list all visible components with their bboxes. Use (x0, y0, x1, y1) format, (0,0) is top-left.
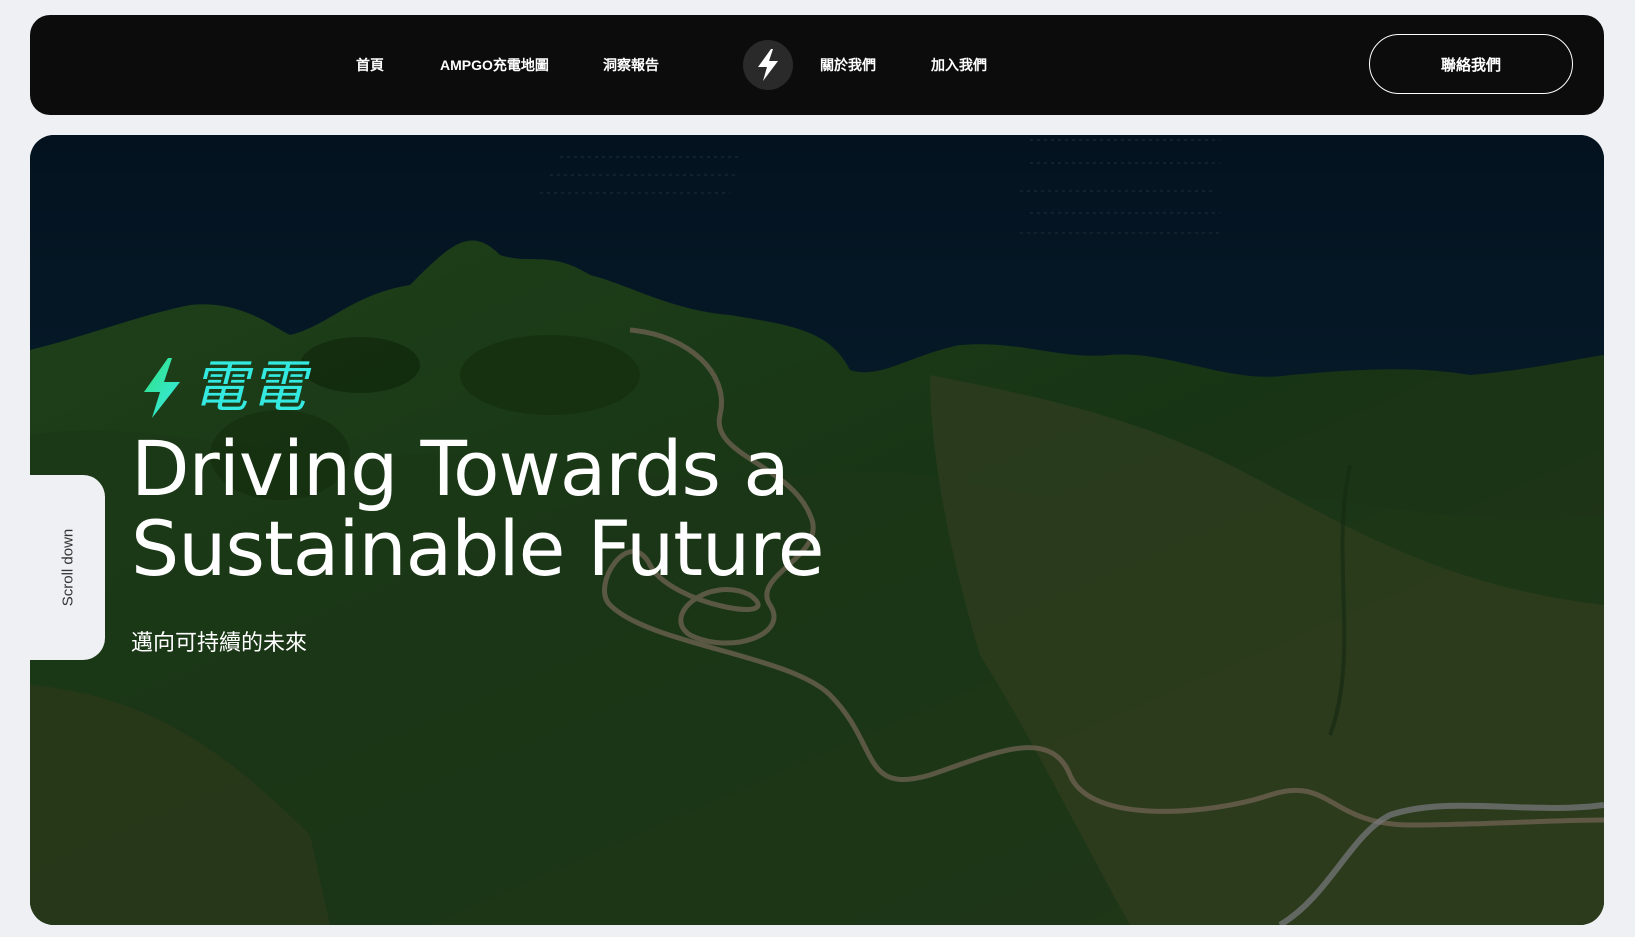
home-logo-button[interactable] (743, 40, 793, 90)
top-navbar: 首頁 AMPGO充電地圖 洞察報告 關於我們 加入我們 聯絡我們 (30, 15, 1604, 115)
nav-link-join-us[interactable]: 加入我們 (931, 15, 987, 115)
nav-link-insight-report[interactable]: 洞察報告 (603, 15, 659, 115)
nav-link-charging-map[interactable]: AMPGO充電地圖 (440, 15, 549, 115)
hero-title: Driving Towards a Sustainable Future (131, 429, 1031, 589)
contact-us-button[interactable]: 聯絡我們 (1369, 34, 1573, 94)
lightning-bolt-icon (758, 49, 778, 81)
nav-link-home[interactable]: 首頁 (356, 15, 384, 115)
hero-section: 電電 Driving Towards a Sustainable Future … (30, 135, 1604, 925)
lightning-bolt-icon (144, 358, 180, 418)
nav-link-about-us[interactable]: 關於我們 (820, 15, 876, 115)
hero-subtitle: 邁向可持續的未來 (131, 630, 308, 655)
brand-logo: 電電 (138, 353, 308, 423)
hero-title-line-1: Driving Towards a (131, 424, 790, 513)
scroll-down-label: Scroll down (59, 528, 77, 607)
brand-text: 電電 (192, 355, 308, 420)
scroll-down-button[interactable]: Scroll down (30, 475, 105, 660)
hero-title-line-2: Sustainable Future (131, 504, 825, 593)
